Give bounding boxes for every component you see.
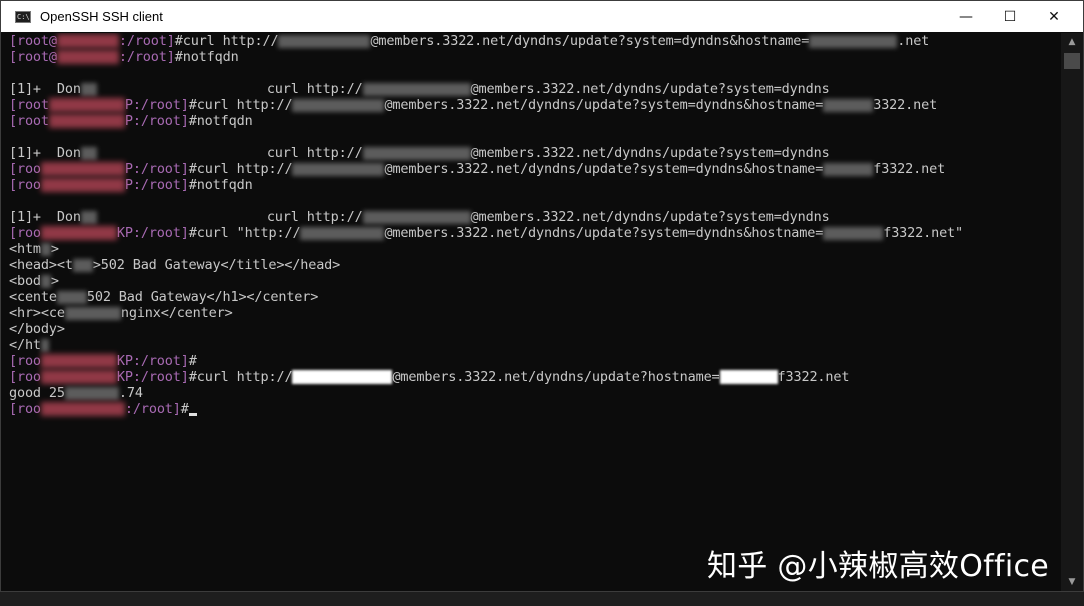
redacted-text	[80, 82, 97, 96]
terminal-line: [1]+ Don curl http://@members.3322.net/dy…	[9, 145, 830, 161]
background-taskbar-edge	[0, 592, 1084, 606]
terminal-line: [roo P:/root]#curl http://@members.3322.n…	[9, 161, 946, 177]
redacted-host	[56, 34, 119, 48]
redacted-text	[80, 210, 97, 224]
redacted-credentials	[300, 226, 385, 240]
redacted-host	[40, 162, 125, 176]
terminal-line: [roo KP:/root]#	[9, 353, 197, 369]
redacted-hostname	[823, 98, 874, 112]
redacted-text	[40, 242, 51, 256]
minimize-button[interactable]: —	[943, 1, 989, 32]
terminal-line: <hr><ce nginx</center>	[9, 305, 233, 321]
redacted-text	[40, 338, 49, 352]
redacted-credentials	[362, 146, 471, 160]
title-bar[interactable]: OpenSSH SSH client — ☐ ✕	[1, 1, 1083, 32]
redacted-host	[40, 226, 117, 240]
redacted-hostname	[823, 226, 884, 240]
terminal-line: </body>	[9, 321, 65, 337]
window-title: OpenSSH SSH client	[40, 9, 163, 24]
terminal-line: [1]+ Don curl http://@members.3322.net/dy…	[9, 209, 830, 225]
redacted-hostname	[719, 370, 778, 384]
terminal-line: [root P:/root]#curl http://@members.3322.…	[9, 97, 938, 113]
maximize-button[interactable]: ☐	[987, 1, 1033, 32]
terminal-line: <htm >	[9, 241, 59, 257]
redacted-credentials	[362, 210, 471, 224]
redacted-host	[56, 50, 119, 64]
redacted-text	[72, 258, 93, 272]
redacted-credentials	[292, 370, 393, 384]
scrollbar-thumb[interactable]	[1064, 53, 1080, 69]
redacted-hostname	[809, 34, 898, 48]
terminal-line: [roo P:/root]#notfqdn	[9, 177, 253, 193]
ssh-terminal-window: OpenSSH SSH client — ☐ ✕ [root@:/root]#c…	[0, 0, 1084, 592]
redacted-ip	[64, 386, 119, 400]
terminal-line: [roo KP:/root]#curl http://@members.3322.…	[9, 369, 850, 385]
terminal-output[interactable]: [root@:/root]#curl http://@members.3322.…	[9, 33, 1061, 591]
redacted-host	[40, 402, 125, 416]
terminal-line: <cente 502 Bad Gateway</h1></center>	[9, 289, 319, 305]
redacted-host	[48, 114, 125, 128]
terminal-line: good 25.74	[9, 385, 143, 401]
terminal-line: [roo KP:/root]#curl "http://@members.3322…	[9, 225, 963, 241]
console-app-icon	[15, 10, 31, 23]
redacted-text	[80, 146, 97, 160]
redacted-text	[40, 274, 51, 288]
redacted-host	[40, 178, 125, 192]
redacted-text	[64, 306, 121, 320]
vertical-scrollbar[interactable]: ▲ ▼	[1061, 33, 1083, 591]
redacted-credentials	[278, 34, 371, 48]
scroll-down-arrow-icon[interactable]: ▼	[1061, 573, 1083, 591]
terminal-line: [root@:/root]#curl http://@members.3322.…	[9, 33, 930, 49]
redacted-host	[40, 354, 117, 368]
terminal-line: <head><t >502 Bad Gateway</title></head>	[9, 257, 341, 273]
redacted-credentials	[362, 82, 471, 96]
redacted-credentials	[292, 162, 385, 176]
terminal-line: [root@:/root]#notfqdn	[9, 49, 239, 65]
scroll-up-arrow-icon[interactable]: ▲	[1061, 33, 1083, 51]
terminal-line: </ht	[9, 337, 1061, 353]
redacted-host	[48, 98, 125, 112]
terminal-line: [root P:/root]#notfqdn	[9, 113, 253, 129]
terminal-line: <bod >	[9, 273, 59, 289]
redacted-text	[56, 290, 87, 304]
redacted-hostname	[823, 162, 874, 176]
text-cursor	[188, 413, 197, 416]
redacted-host	[40, 370, 117, 384]
close-button[interactable]: ✕	[1031, 1, 1077, 32]
terminal-line: [roo:/root]#	[9, 401, 1061, 417]
terminal-line: [1]+ Don curl http://@members.3322.net/dy…	[9, 81, 830, 97]
redacted-credentials	[292, 98, 385, 112]
watermark: 知乎 @小辣椒高效Office	[707, 549, 1050, 584]
